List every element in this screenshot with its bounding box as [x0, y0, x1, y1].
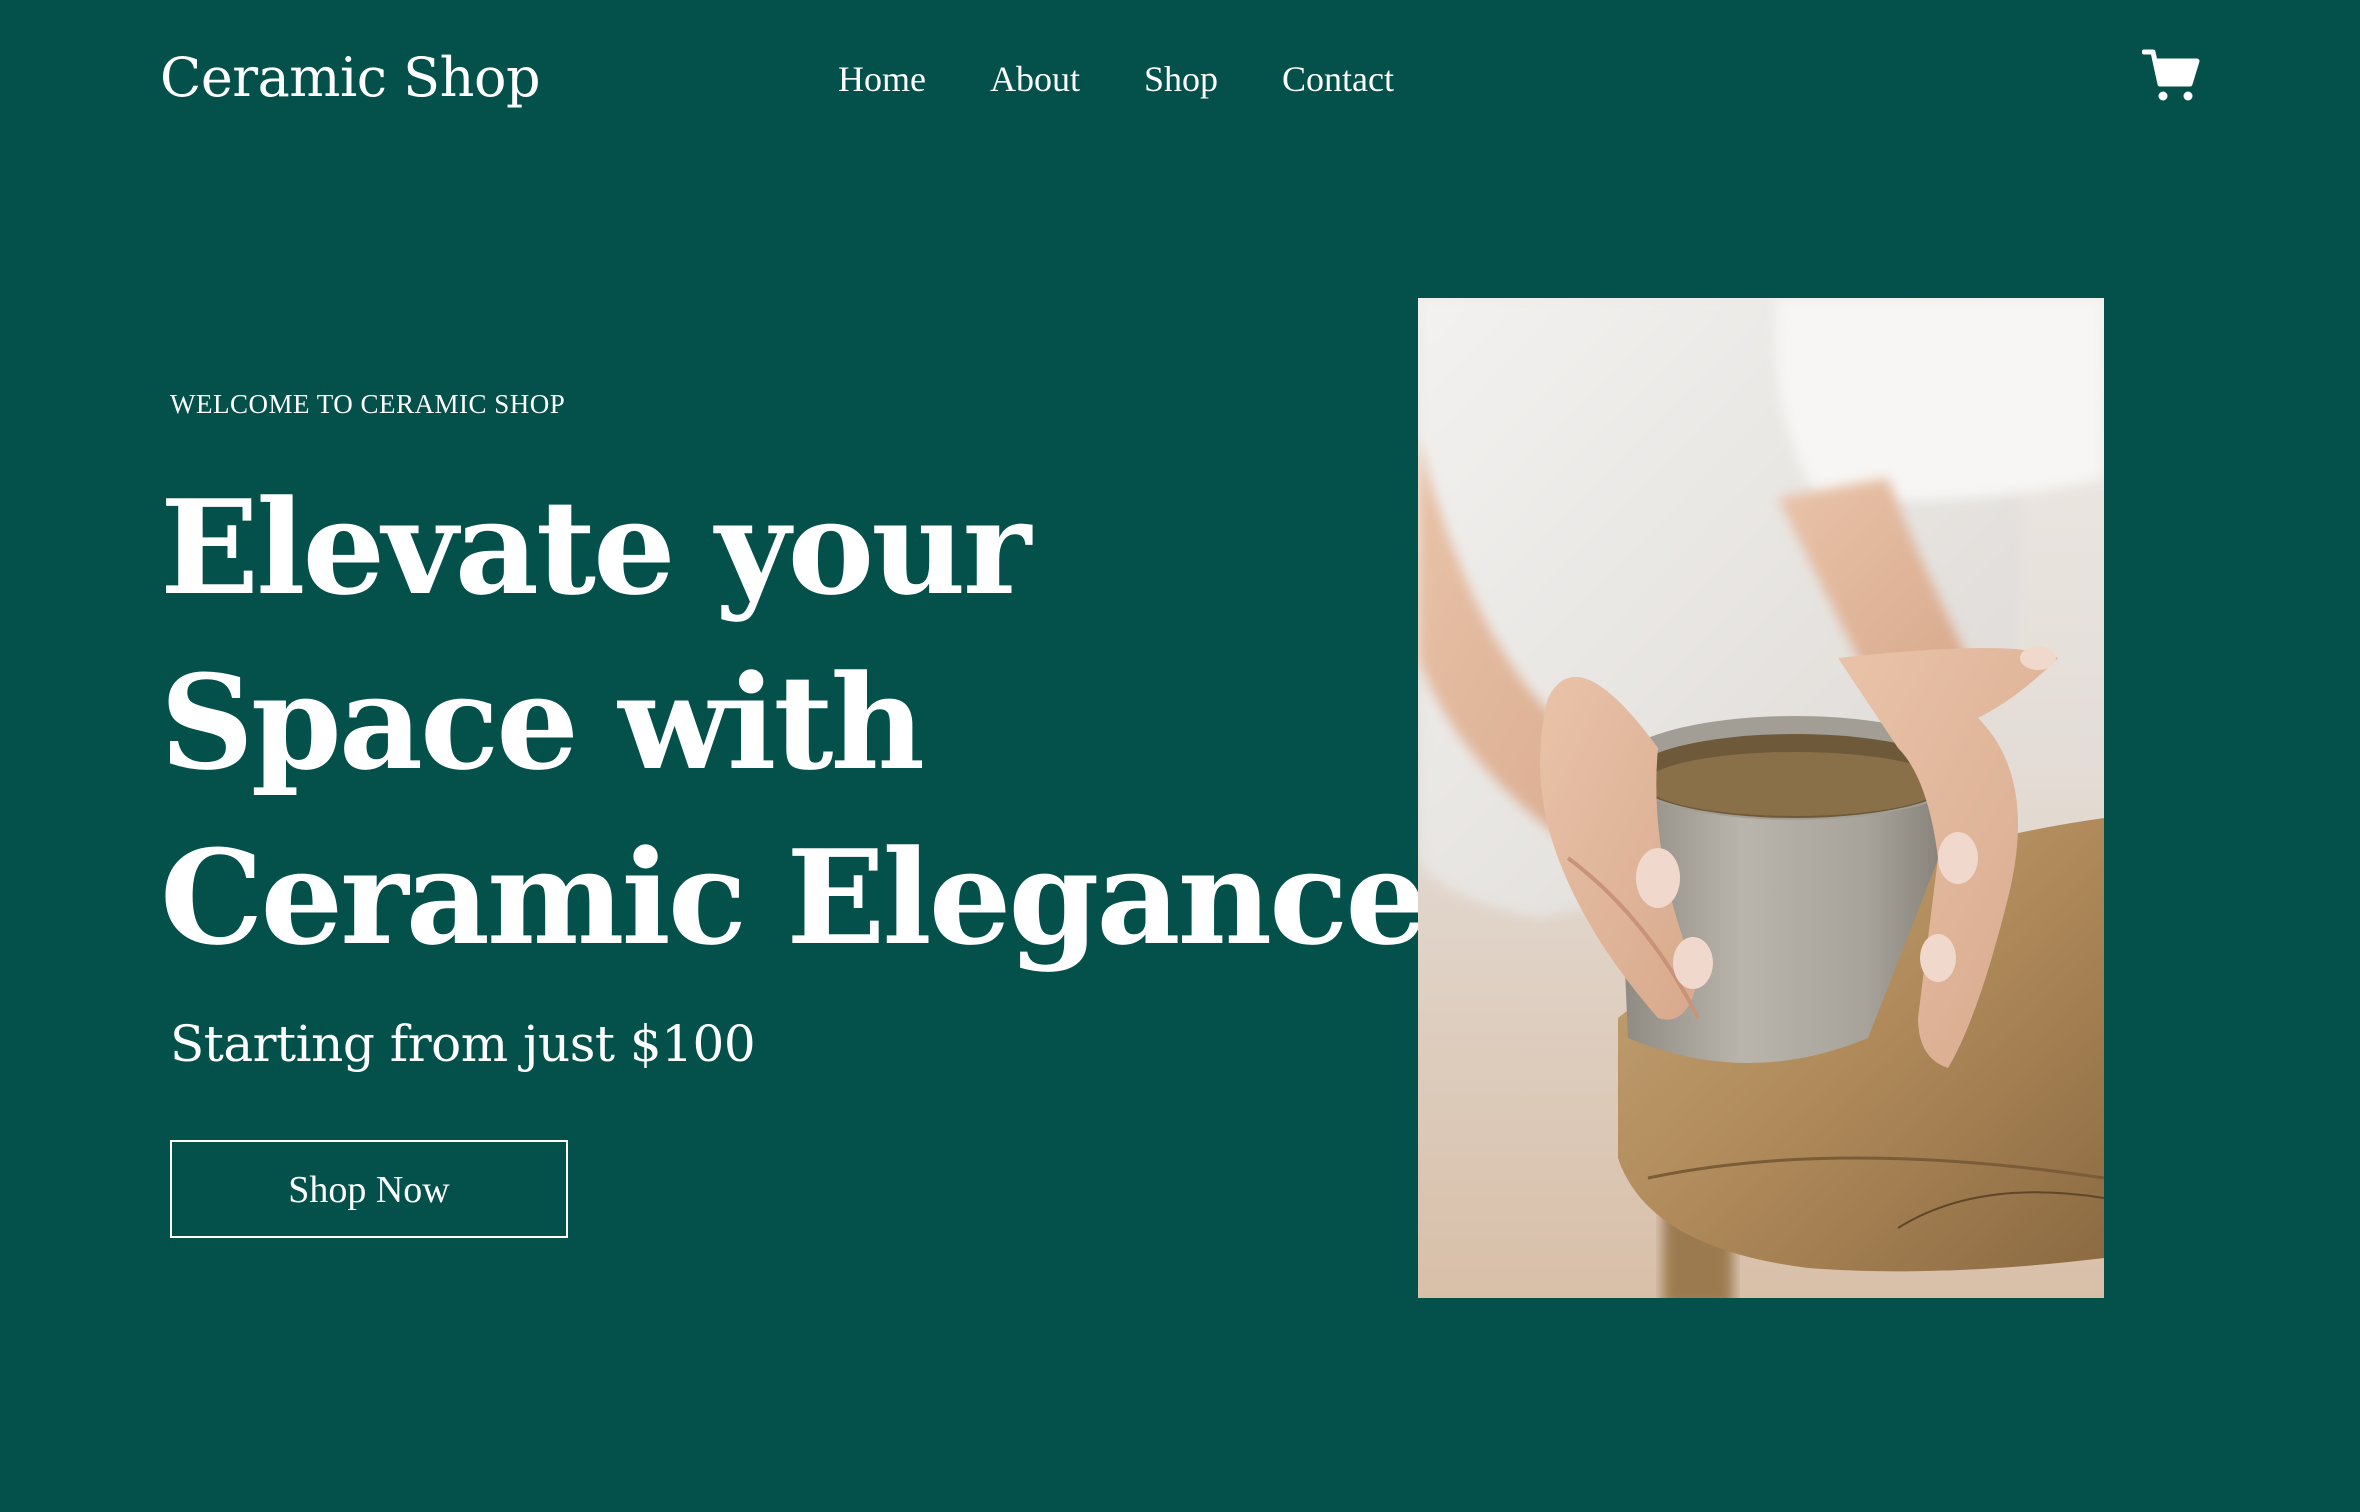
hero-headline-line-2: Space with [160, 646, 925, 799]
hero-headline: Elevate your Space with Ceramic Elegance [160, 460, 1428, 985]
hero-headline-line-3: Ceramic Elegance [160, 821, 1428, 974]
hero-headline-line-1: Elevate your [160, 471, 1031, 624]
site-header: Ceramic Shop Home About Shop Contact [0, 0, 2360, 160]
hero-eyebrow: WELCOME TO CERAMIC SHOP [170, 389, 566, 419]
hero-price-line: Starting from just $100 [170, 1015, 756, 1073]
nav-link-home[interactable]: Home [838, 50, 926, 108]
hero-product-photo [1418, 298, 2104, 1298]
nav-link-shop[interactable]: Shop [1144, 50, 1218, 108]
brand-logo[interactable]: Ceramic Shop [160, 42, 541, 114]
shop-now-button[interactable]: Shop Now [170, 1140, 568, 1238]
nav-link-about[interactable]: About [990, 50, 1080, 108]
shopping-cart-icon[interactable] [2141, 46, 2200, 104]
nav-link-contact[interactable]: Contact [1282, 50, 1394, 108]
main-nav: Home About Shop Contact [838, 50, 1394, 108]
